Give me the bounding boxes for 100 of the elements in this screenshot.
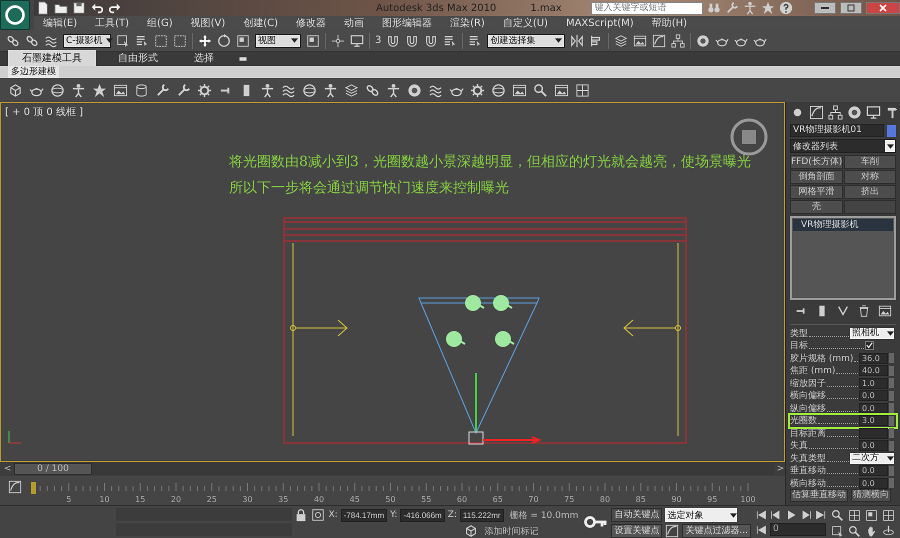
light-sphere[interactable] [465, 295, 485, 311]
search-field[interactable]: 键入关键字或短语 [590, 2, 703, 14]
menu-item[interactable]: 渲染(R) [441, 16, 494, 30]
scale-icon[interactable] [236, 34, 250, 48]
parameter-dropdown[interactable]: 照相机 [850, 328, 894, 339]
snap-icon[interactable] [424, 34, 438, 48]
previous-frame-icon[interactable] [770, 508, 782, 520]
parameter-field[interactable]: 0.0 [859, 402, 888, 414]
menu-item[interactable]: 动画 [335, 16, 374, 30]
auto-key-button[interactable]: 自动关键点 [611, 508, 662, 522]
app-logo[interactable] [0, 0, 30, 30]
menu-item[interactable]: 自定义(U) [494, 16, 557, 30]
ribbon-tab[interactable]: 石墨建模工具 [8, 50, 96, 66]
go-to-start-icon[interactable] [755, 524, 767, 536]
curve-editor-icon[interactable] [8, 480, 22, 494]
ribbon-tab[interactable]: 选择 [180, 50, 228, 66]
parameter-button[interactable]: 猜测横向 [851, 489, 891, 502]
lock-icon[interactable] [294, 508, 308, 522]
parameter-field[interactable]: 1.0 [859, 378, 888, 389]
scale-icon[interactable] [306, 34, 320, 48]
ribbon-tab[interactable]: 自由形式 [104, 50, 172, 66]
hammer-icon[interactable] [885, 105, 900, 120]
parameter-field[interactable]: 0.0 [859, 478, 888, 489]
parameter-button[interactable]: 估算垂直移动 [790, 489, 848, 502]
light-sphere[interactable] [446, 331, 466, 347]
monitor-icon[interactable] [350, 34, 364, 48]
viewport[interactable]: [ + 0 顶 0 线框 ] 将光圈数由8减小到3，光圈数越小景深越明显，但相应的灯光就会越亮，使场景曝光 所以下一步将会通过调节快门速度来控制曝光 [0, 102, 785, 462]
next-button[interactable]: > [776, 464, 785, 474]
parameter-field[interactable]: 0.0 [859, 440, 888, 452]
snap-icon[interactable] [386, 34, 400, 48]
wave-icon[interactable] [428, 82, 443, 98]
time-slider-thumb[interactable]: 0 / 100 [14, 463, 92, 475]
x-coordinate-field[interactable]: -784.17mm [340, 508, 388, 522]
chain-icon[interactable] [365, 82, 380, 98]
navigation-ring-icon[interactable] [730, 118, 768, 156]
layers-icon[interactable] [614, 34, 628, 48]
select-by-name-icon[interactable] [135, 34, 149, 48]
chain-icon[interactable] [25, 34, 39, 48]
mirror-icon[interactable] [570, 34, 584, 48]
figure-icon[interactable] [71, 82, 86, 98]
modifier-button[interactable]: 壳 [790, 200, 844, 214]
gear-icon[interactable] [197, 82, 212, 98]
figure-icon[interactable] [742, 1, 757, 15]
select-by-name-icon[interactable] [443, 34, 458, 48]
wave-icon[interactable] [44, 34, 58, 48]
stack-item[interactable]: VR物理摄影机 [793, 219, 893, 231]
y-coordinate-field[interactable]: -416.066m [400, 508, 445, 522]
modifier-button[interactable]: FFD(长方体) [790, 155, 844, 169]
parameter-field[interactable]: 0.0 [859, 390, 888, 402]
hierarchy-icon[interactable] [671, 34, 686, 48]
named-selection-dropdown[interactable]: 创建选择集 [487, 34, 566, 48]
wave-icon[interactable] [281, 82, 296, 98]
layers-icon[interactable] [344, 82, 359, 98]
key-mode-dropdown[interactable]: 选定对象 [665, 508, 738, 522]
current-frame-marker[interactable] [31, 482, 36, 494]
light-arrow[interactable] [290, 320, 348, 336]
menu-item[interactable]: 修改器 [287, 16, 336, 30]
next-frame-icon[interactable] [800, 508, 812, 520]
orbit-icon[interactable] [882, 525, 895, 538]
zoom-icon[interactable] [533, 82, 548, 98]
image-window-icon[interactable] [113, 82, 128, 98]
sphere-icon[interactable] [50, 82, 65, 98]
four-panes-icon[interactable] [882, 509, 895, 522]
checkbox[interactable] [865, 341, 874, 350]
object-color-swatch[interactable] [887, 124, 896, 136]
selection-region-icon[interactable] [173, 34, 187, 48]
parameter-field[interactable]: 3.0 [859, 415, 888, 426]
play-icon[interactable] [785, 508, 797, 520]
close-button[interactable] [866, 2, 900, 14]
frame-field[interactable]: 0 [770, 523, 826, 536]
camera-cone[interactable] [418, 298, 540, 444]
minimize-button[interactable] [814, 2, 836, 14]
restore-button[interactable] [840, 2, 862, 14]
image-window-icon[interactable] [554, 82, 569, 98]
gear-icon[interactable] [470, 82, 485, 98]
room-outline[interactable] [284, 218, 686, 444]
curve-editor-icon[interactable] [809, 105, 824, 120]
curve-editor-icon[interactable] [665, 524, 680, 538]
figure-icon[interactable] [323, 82, 338, 98]
figure-icon[interactable] [386, 82, 401, 98]
light-sphere[interactable] [493, 295, 513, 311]
fork-icon[interactable] [836, 304, 850, 318]
modifier-button[interactable]: 网格平滑 [790, 185, 844, 199]
ribbon-panel-tab[interactable]: 多边形建模 [8, 66, 59, 78]
zoom-icon[interactable] [831, 509, 844, 522]
binoculars-icon[interactable] [706, 1, 721, 15]
cube-icon[interactable] [464, 524, 478, 538]
disc-icon[interactable] [696, 34, 710, 48]
rotate-icon[interactable] [217, 34, 231, 48]
selection-region-icon[interactable] [154, 34, 168, 48]
parameter-field[interactable]: 36.0 [859, 352, 888, 364]
spinner-arrows[interactable] [889, 403, 894, 414]
object-name-field[interactable]: VR物理摄影机01 [790, 124, 884, 137]
star-icon[interactable] [760, 1, 775, 15]
key-filters-button[interactable]: 关键点过滤器... [682, 524, 751, 538]
wrench-icon[interactable] [724, 1, 739, 15]
viewport-label[interactable]: [ + 0 顶 0 线框 ] [5, 105, 83, 119]
menu-item[interactable]: 组(G) [138, 16, 182, 30]
scale-icon[interactable] [865, 509, 878, 522]
menu-item[interactable]: 视图(V) [182, 16, 234, 30]
